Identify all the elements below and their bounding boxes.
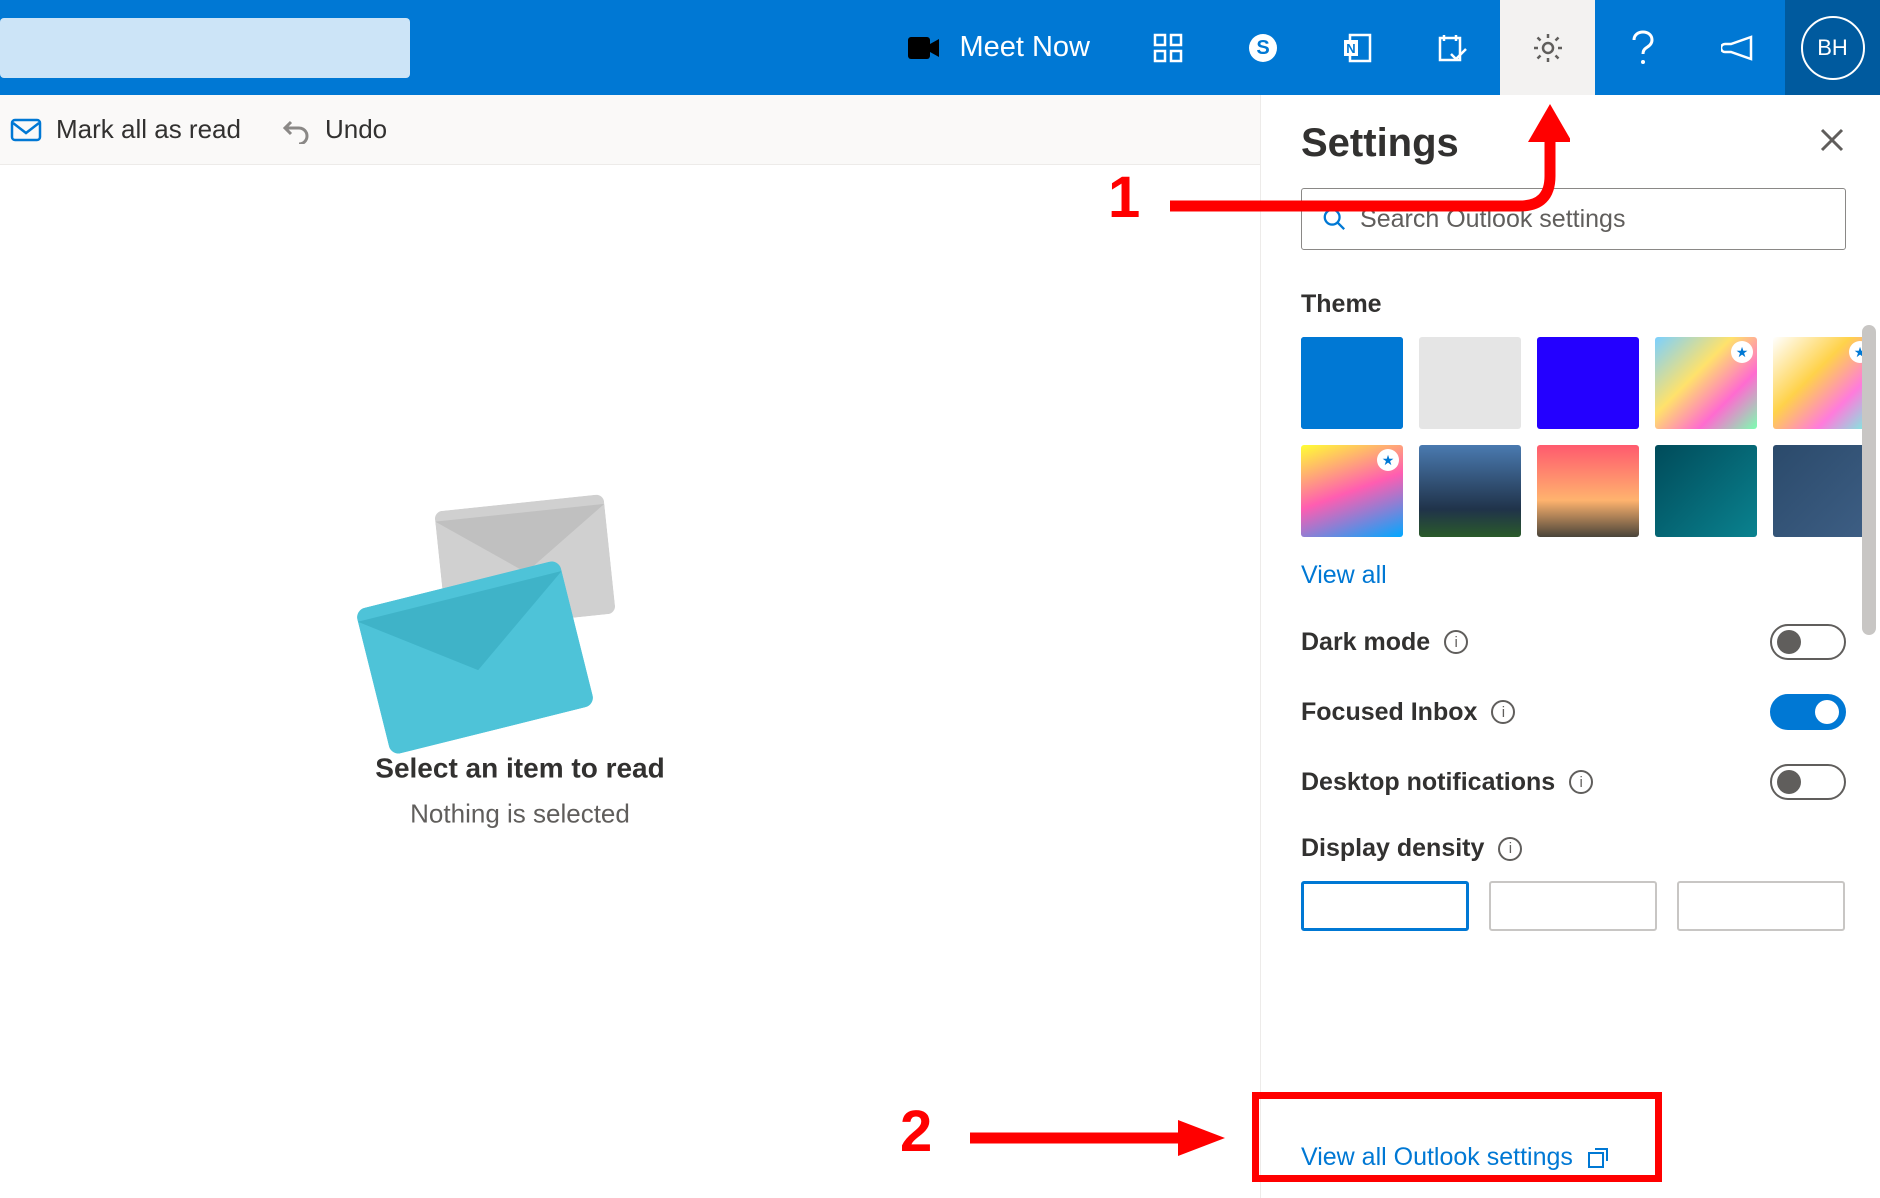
theme-tile[interactable]	[1537, 337, 1639, 429]
empty-state-subtitle: Nothing is selected	[220, 798, 820, 829]
close-button[interactable]	[1818, 124, 1846, 163]
annotation-step-2: 2	[900, 1098, 932, 1165]
info-icon[interactable]: i	[1444, 630, 1468, 654]
undo-label: Undo	[325, 114, 387, 145]
close-icon	[1818, 126, 1846, 154]
envelope-icon	[10, 118, 42, 142]
dark-mode-toggle[interactable]	[1770, 624, 1846, 660]
premium-badge-icon	[1731, 341, 1753, 363]
premium-badge-icon	[1377, 449, 1399, 471]
display-density-label: Display density	[1301, 834, 1484, 863]
meet-now-label: Meet Now	[959, 31, 1090, 64]
theme-tile[interactable]	[1655, 337, 1757, 429]
info-icon[interactable]: i	[1498, 837, 1522, 861]
desktop-notifications-label: Desktop notifications	[1301, 768, 1555, 797]
theme-tile[interactable]	[1773, 337, 1875, 429]
empty-state-graphic	[220, 492, 820, 732]
annotation-highlight-box	[1252, 1092, 1662, 1182]
dark-mode-label: Dark mode	[1301, 628, 1430, 657]
onenote-icon[interactable]: N	[1310, 0, 1405, 95]
annotation-arrow-2	[970, 1118, 1230, 1158]
theme-label: Theme	[1301, 290, 1846, 319]
info-icon[interactable]: i	[1569, 770, 1593, 794]
focused-inbox-label: Focused Inbox	[1301, 698, 1477, 727]
info-icon[interactable]: i	[1491, 700, 1515, 724]
avatar-initials: BH	[1801, 16, 1865, 80]
theme-tile[interactable]	[1537, 445, 1639, 537]
focused-inbox-toggle[interactable]	[1770, 694, 1846, 730]
search-input[interactable]	[0, 18, 410, 78]
undo-button[interactable]: Undo	[281, 114, 387, 145]
megaphone-icon[interactable]	[1690, 0, 1785, 95]
settings-panel: Settings Theme View all Dark modei Focus…	[1260, 95, 1880, 1198]
svg-text:S: S	[1256, 37, 1269, 59]
density-option[interactable]	[1489, 881, 1657, 931]
annotation-arrow-1	[1160, 96, 1570, 236]
undo-icon	[281, 116, 311, 144]
density-option[interactable]	[1301, 881, 1469, 931]
desktop-notifications-toggle[interactable]	[1770, 764, 1846, 800]
skype-icon[interactable]: S	[1215, 0, 1310, 95]
mark-all-read-label: Mark all as read	[56, 114, 241, 145]
calendar-check-icon[interactable]	[1405, 0, 1500, 95]
theme-grid	[1301, 337, 1846, 537]
scrollbar[interactable]	[1862, 325, 1876, 635]
theme-tile[interactable]	[1773, 445, 1875, 537]
density-option[interactable]	[1677, 881, 1845, 931]
meet-now-button[interactable]: Meet Now	[907, 31, 1120, 64]
theme-tile[interactable]	[1655, 445, 1757, 537]
video-icon	[907, 36, 941, 60]
empty-state: Select an item to read Nothing is select…	[220, 492, 820, 829]
theme-tile[interactable]	[1419, 337, 1521, 429]
empty-state-title: Select an item to read	[220, 752, 820, 784]
top-bar: Meet Now S N BH	[0, 0, 1880, 95]
help-icon[interactable]	[1595, 0, 1690, 95]
svg-text:N: N	[1346, 41, 1355, 56]
theme-tile[interactable]	[1419, 445, 1521, 537]
settings-icon[interactable]	[1500, 0, 1595, 95]
theme-tile[interactable]	[1301, 337, 1403, 429]
annotation-step-1: 1	[1108, 164, 1140, 231]
view-all-themes-link[interactable]: View all	[1301, 561, 1387, 590]
mark-all-read-button[interactable]: Mark all as read	[10, 114, 241, 145]
display-density-options	[1301, 881, 1846, 931]
avatar-button[interactable]: BH	[1785, 0, 1880, 95]
apps-icon[interactable]	[1120, 0, 1215, 95]
theme-tile[interactable]	[1301, 445, 1403, 537]
